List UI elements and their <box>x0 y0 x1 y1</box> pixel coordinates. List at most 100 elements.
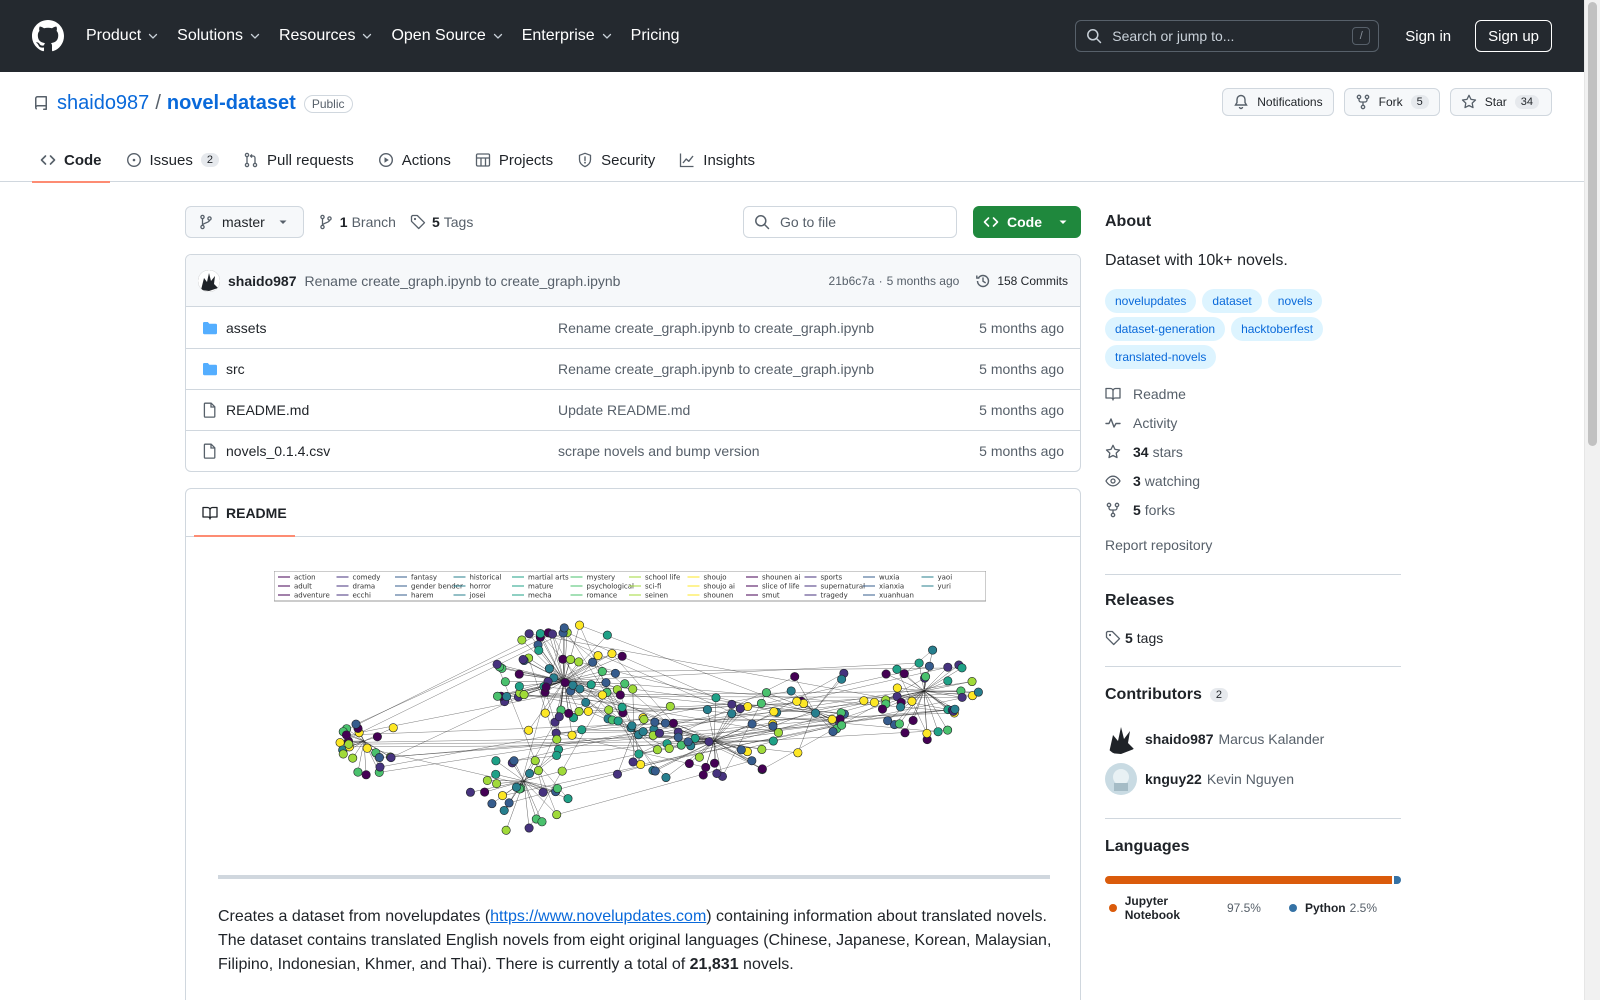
legend-label: mystery <box>587 574 616 582</box>
file-commit-message-link[interactable]: Rename create_graph.ipynb to create_grap… <box>558 320 979 336</box>
topic-tag[interactable]: dataset <box>1202 289 1262 313</box>
topic-tag[interactable]: translated-novels <box>1105 345 1217 369</box>
tab-label: Projects <box>498 151 554 169</box>
tab-insights[interactable]: Insights <box>671 138 763 182</box>
tab-code[interactable]: Code <box>32 138 110 183</box>
top-nav: Product Solutions Resources Open Source Ente… <box>86 27 698 45</box>
file-row[interactable]: assets Rename create_graph.ipynb to creat… <box>186 307 1080 348</box>
top-nav-pricing[interactable]: Pricing <box>631 27 680 45</box>
topic-tag[interactable]: novels <box>1267 289 1323 313</box>
tab-projects[interactable]: Projects <box>467 138 561 182</box>
language-item[interactable]: Python 2.5% <box>1285 894 1377 922</box>
sign-up-button[interactable]: Sign up <box>1475 20 1552 52</box>
repo-path-separator: / <box>155 92 161 114</box>
file-commit-message-link[interactable]: Update README.md <box>558 402 979 418</box>
graph-node <box>492 691 502 701</box>
repo-title: shaido987 / novel-dataset Public <box>33 92 353 115</box>
graph-node <box>628 757 638 767</box>
graph-node <box>375 762 385 772</box>
file-commit-message-link[interactable]: Rename create_graph.ipynb to create_grap… <box>558 361 979 377</box>
file-commit-message-link[interactable]: scrape novels and bump version <box>558 443 979 459</box>
branch-selector[interactable]: master <box>185 206 304 238</box>
graph-node <box>792 696 802 706</box>
graph-node <box>634 749 644 759</box>
language-bar-segment <box>1393 876 1401 884</box>
about-link-activity[interactable]: Activity <box>1105 408 1200 437</box>
novelupdates-link[interactable]: https://www.novelupdates.com <box>490 908 706 925</box>
commit-meta-separator: · <box>878 273 883 288</box>
chevron-down-icon <box>602 33 611 39</box>
top-nav-enterprise[interactable]: Enterprise <box>522 27 613 45</box>
file-commit-age: 5 months ago <box>979 402 1064 418</box>
top-nav-product[interactable]: Product <box>86 27 159 45</box>
github-logo-icon[interactable] <box>32 20 64 52</box>
tab-security[interactable]: Security <box>569 138 663 182</box>
top-nav-resources[interactable]: Resources <box>279 27 373 45</box>
contributor-item[interactable]: knguy22 Kevin Nguyen <box>1105 763 1294 795</box>
graph-node <box>552 810 562 820</box>
pull-request-icon <box>244 152 258 168</box>
legend-label: sci-fi <box>645 583 661 591</box>
about-heading: About <box>1105 213 1152 230</box>
contributors-heading[interactable]: Contributors 2 <box>1105 686 1228 704</box>
commit-author-link[interactable]: shaido987 <box>228 273 296 289</box>
global-search-input[interactable]: Search or jump to... / <box>1075 20 1380 52</box>
branches-link[interactable]: 1 Branch <box>318 214 396 230</box>
topic-tag[interactable]: novelupdates <box>1105 289 1197 313</box>
releases-heading[interactable]: Releases <box>1105 592 1174 610</box>
top-nav-open-source[interactable]: Open Source <box>391 27 503 45</box>
repo-owner-link[interactable]: shaido987 <box>57 92 149 115</box>
code-dropdown-button[interactable]: Code <box>973 206 1081 238</box>
sign-in-link[interactable]: Sign in <box>1405 28 1451 45</box>
file-row[interactable]: src Rename create_graph.ipynb to create_g… <box>186 348 1080 389</box>
repo-icon <box>35 95 47 110</box>
file-name-link[interactable]: src <box>226 361 558 377</box>
repo-name-link[interactable]: novel-dataset <box>167 92 296 115</box>
star-button[interactable]: Star 34 <box>1449 88 1552 116</box>
file-name-link[interactable]: novels_0.1.4.csv <box>226 443 558 459</box>
tab-actions[interactable]: Actions <box>370 138 459 182</box>
contributor-item[interactable]: shaido987 Marcus Kalander <box>1105 723 1324 755</box>
graph-node <box>627 721 637 731</box>
star-count: 34 <box>1514 95 1539 109</box>
about-link-watching[interactable]: 3 watching <box>1105 466 1200 495</box>
file-row[interactable]: novels_0.1.4.csv scrape novels and bump v… <box>186 430 1080 471</box>
language-item[interactable]: Jupyter Notebook 97.5% <box>1105 894 1261 922</box>
book-icon <box>1105 387 1121 401</box>
about-link-forks[interactable]: 5 forks <box>1105 495 1200 524</box>
about-link-stars[interactable]: 34 stars <box>1105 437 1200 466</box>
go-to-file-input[interactable]: Go to file <box>743 206 957 238</box>
page-scrollbar[interactable] <box>1584 0 1600 1000</box>
graph-node <box>498 791 508 801</box>
file-icon <box>203 443 216 459</box>
tab-pull-requests[interactable]: Pull requests <box>235 138 362 182</box>
file-name-link[interactable]: README.md <box>226 402 558 418</box>
play-icon <box>378 152 393 168</box>
file-rows: assets Rename create_graph.ipynb to creat… <box>186 307 1080 471</box>
file-row[interactable]: README.md Update README.md 5 months ago <box>186 389 1080 430</box>
graph-node <box>747 756 757 766</box>
about-link-readme[interactable]: Readme <box>1105 379 1200 408</box>
notifications-button[interactable]: Notifications <box>1222 88 1334 116</box>
about-description: Dataset with 10k+ novels. <box>1105 252 1288 269</box>
file-name-link[interactable]: assets <box>226 320 558 336</box>
commit-sha-link[interactable]: 21b6c7a <box>829 274 875 288</box>
fork-button[interactable]: Fork 5 <box>1343 88 1440 116</box>
fork-count: 5 <box>1410 95 1429 109</box>
graph-node <box>344 739 354 749</box>
topic-tag[interactable]: hacktoberfest <box>1231 317 1324 341</box>
graph-node <box>492 779 502 789</box>
tab-issues[interactable]: Issues 2 <box>118 138 227 182</box>
commit-author-avatar[interactable] <box>198 269 220 292</box>
release-tags-link[interactable]: 5 tags <box>1105 630 1163 646</box>
scrollbar-thumb[interactable] <box>1588 2 1597 446</box>
commits-history-link[interactable]: 158 Commits <box>975 273 1068 289</box>
top-nav-solutions[interactable]: Solutions <box>177 27 261 45</box>
readme-tab[interactable]: README <box>194 489 295 537</box>
graph-node <box>892 683 902 693</box>
legend-label: ecchi <box>353 592 371 600</box>
tags-link[interactable]: 5 Tags <box>410 214 473 230</box>
commit-message-link[interactable]: Rename create_graph.ipynb to create_grap… <box>304 273 620 289</box>
topic-tag[interactable]: dataset-generation <box>1105 317 1226 341</box>
report-repository-link[interactable]: Report repository <box>1105 537 1212 553</box>
